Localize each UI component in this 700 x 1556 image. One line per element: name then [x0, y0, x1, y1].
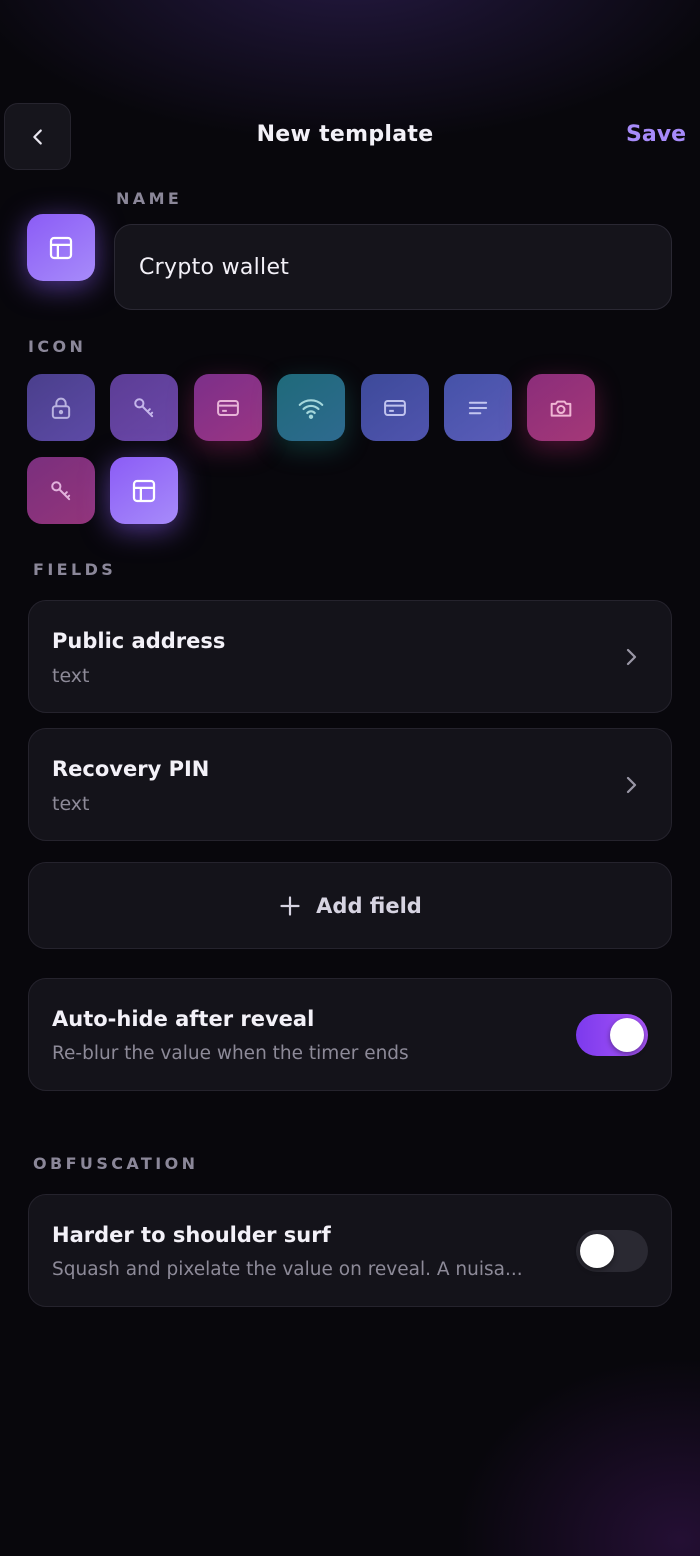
- icon-option-camera[interactable]: [527, 374, 595, 441]
- credit-card-icon: [217, 399, 239, 416]
- plus-icon: [280, 895, 300, 916]
- icon-option-lock[interactable]: [27, 374, 95, 441]
- template-name-input[interactable]: Crypto wallet: [114, 224, 672, 310]
- credit-card-icon: [384, 399, 406, 416]
- field-row[interactable]: Public address text: [28, 600, 672, 713]
- template-preview-icon: [27, 214, 95, 281]
- field-type: text: [52, 665, 90, 687]
- icon-option-wifi[interactable]: [277, 374, 345, 441]
- icon-option-key[interactable]: [110, 374, 178, 441]
- icon-option-card-alt[interactable]: [361, 374, 429, 441]
- icon-option-card[interactable]: [194, 374, 262, 441]
- obfuscation-description: Squash and pixelate the value on reveal.…: [52, 1259, 523, 1280]
- field-type: text: [52, 793, 90, 815]
- toggle-knob: [610, 1018, 644, 1052]
- add-field-button[interactable]: Add field: [28, 862, 672, 949]
- field-row[interactable]: Recovery PIN text: [28, 728, 672, 841]
- obfuscation-section-label: OBFUSCATION: [33, 1154, 199, 1173]
- auto-hide-row: Auto-hide after reveal Re-blur the value…: [28, 978, 672, 1091]
- field-name: Public address: [52, 629, 226, 653]
- icon-option-notes[interactable]: [444, 374, 512, 441]
- name-section-label: NAME: [116, 189, 183, 208]
- add-field-label: Add field: [316, 893, 422, 918]
- auto-hide-title: Auto-hide after reveal: [52, 1007, 315, 1031]
- page-title: New template: [256, 122, 434, 147]
- icon-section-label: ICON: [28, 337, 87, 356]
- camera-icon: [550, 400, 572, 417]
- icon-option-template-selected[interactable]: [110, 457, 178, 524]
- obfuscation-title: Harder to shoulder surf: [52, 1223, 331, 1247]
- notes-icon: [468, 401, 488, 414]
- auto-hide-toggle[interactable]: [576, 1014, 648, 1056]
- icon-option-key-alt[interactable]: [27, 457, 95, 524]
- obfuscation-row: Harder to shoulder surf Squash and pixel…: [28, 1194, 672, 1307]
- save-button[interactable]: Save: [626, 122, 686, 147]
- key-icon: [51, 480, 71, 500]
- chevron-right-icon: [626, 776, 637, 794]
- lock-icon: [51, 397, 71, 419]
- chevron-right-icon: [626, 648, 637, 666]
- toggle-knob: [580, 1234, 614, 1268]
- obfuscation-toggle[interactable]: [576, 1230, 648, 1272]
- field-name: Recovery PIN: [52, 757, 210, 781]
- key-icon: [134, 397, 154, 417]
- fields-section-label: FIELDS: [33, 560, 117, 579]
- auto-hide-description: Re-blur the value when the timer ends: [52, 1043, 409, 1064]
- template-icon: [132, 479, 156, 502]
- wifi-icon: [298, 398, 324, 419]
